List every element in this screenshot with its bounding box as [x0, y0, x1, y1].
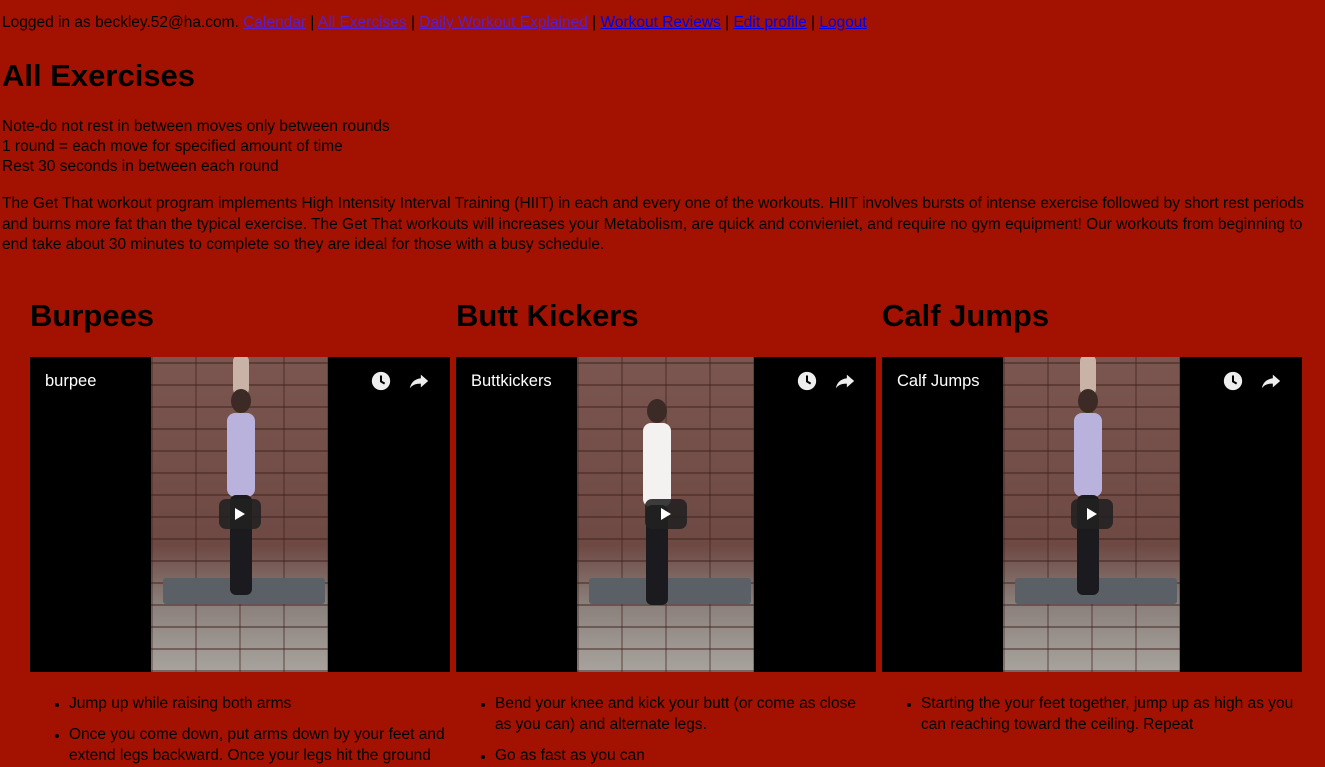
note-line: 1 round = each move for specified amount…	[2, 138, 343, 155]
exercise-title: Calf Jumps	[882, 298, 1050, 333]
nav-link-workout-reviews[interactable]: Workout Reviews	[601, 14, 721, 31]
video-actions	[796, 370, 856, 392]
play-button[interactable]	[1071, 499, 1113, 529]
nav-link-calendar[interactable]: Calendar	[243, 14, 306, 31]
note-line: Note-do not rest in between moves only b…	[2, 118, 390, 135]
list-item: Go as fast as you can	[495, 745, 876, 766]
exerciser-figure	[221, 357, 261, 597]
video-actions	[1222, 370, 1282, 392]
nav-link-logout[interactable]: Logout	[819, 14, 866, 31]
nav-separator: |	[306, 14, 318, 31]
video-actions	[370, 370, 430, 392]
exercise-title: Butt Kickers	[456, 298, 639, 333]
nav-separator: |	[406, 14, 420, 31]
list-item: Bend your knee and kick your butt (or co…	[495, 693, 876, 735]
user-email: beckley.52@ha.com	[95, 14, 235, 31]
workout-notes: Note-do not rest in between moves only b…	[2, 117, 390, 177]
watch-later-icon[interactable]	[796, 370, 818, 392]
list-item: Once you come down, put arms down by you…	[69, 724, 450, 766]
nav-link-daily-workout-explained[interactable]: Daily Workout Explained	[419, 14, 588, 31]
share-icon[interactable]	[408, 370, 430, 392]
play-icon	[235, 508, 245, 520]
video-title[interactable]: burpee	[45, 371, 96, 391]
logged-in-prefix: Logged in as	[2, 14, 96, 31]
exercise-card-burpees: Burpees burpee Jump up while raising bot…	[30, 296, 450, 766]
exercise-card-calf-jumps: Calf Jumps Calf Jumps Starting the your …	[882, 296, 1302, 735]
page-title: All Exercises	[2, 58, 196, 93]
watch-later-icon[interactable]	[1222, 370, 1244, 392]
note-line: Rest 30 seconds in between each round	[2, 158, 279, 175]
nav-link-edit-profile[interactable]: Edit profile	[733, 14, 806, 31]
exerciser-figure	[1068, 357, 1108, 597]
video-title[interactable]: Calf Jumps	[897, 371, 980, 391]
video-title[interactable]: Buttkickers	[471, 371, 552, 391]
video-player[interactable]: Calf Jumps	[882, 357, 1302, 672]
exercise-steps: Jump up while raising both arms Once you…	[30, 693, 450, 766]
program-description: The Get That workout program implements …	[2, 195, 1305, 253]
play-button[interactable]	[645, 499, 687, 529]
play-icon	[1087, 508, 1097, 520]
exerciser-figure	[637, 387, 677, 607]
nav-separator: |	[806, 14, 820, 31]
play-button[interactable]	[219, 499, 261, 529]
nav-separator: |	[720, 14, 734, 31]
nav-separator: |	[587, 14, 601, 31]
exercise-title: Burpees	[30, 298, 155, 333]
top-nav: Logged in as beckley.52@ha.com. Calendar…	[2, 13, 867, 33]
nav-link-all-exercises[interactable]: All Exercises	[318, 14, 407, 31]
watch-later-icon[interactable]	[370, 370, 392, 392]
exercise-steps: Starting the your feet together, jump up…	[882, 693, 1302, 735]
video-player[interactable]: burpee	[30, 357, 450, 672]
share-icon[interactable]	[834, 370, 856, 392]
exercise-steps: Bend your knee and kick your butt (or co…	[456, 693, 876, 766]
list-item: Jump up while raising both arms	[69, 693, 450, 714]
share-icon[interactable]	[1260, 370, 1282, 392]
video-player[interactable]: Buttkickers	[456, 357, 876, 672]
list-item: Starting the your feet together, jump up…	[921, 693, 1302, 735]
period: .	[234, 14, 239, 31]
play-icon	[661, 508, 671, 520]
exercise-card-butt-kickers: Butt Kickers Buttkickers Bend your knee …	[456, 296, 876, 766]
